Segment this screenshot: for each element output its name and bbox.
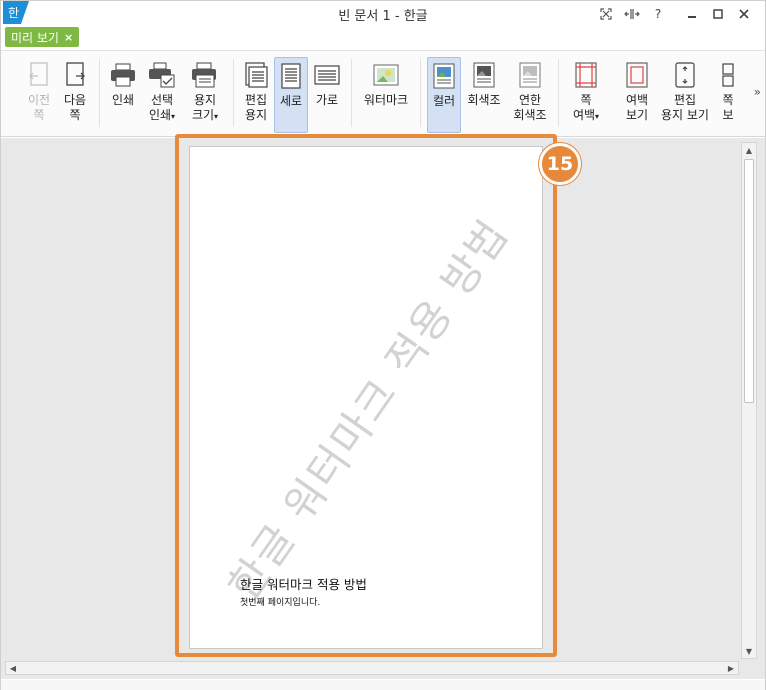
multi-page-button[interactable]: 쪽 보 xyxy=(717,57,739,133)
edit-paper-view-button[interactable]: 편집 용지 보기 xyxy=(657,57,713,133)
dropdown-caret-icon: ▾ xyxy=(595,112,600,121)
portrait-icon xyxy=(275,58,307,94)
portrait-button[interactable]: 세로 xyxy=(274,57,308,133)
preview-ribbon: 이전 쪽 다음 쪽 인쇄 선택 인쇄▾ 용지 크기▾ 편집 용지 세로 가로 워… xyxy=(1,50,765,137)
close-tab-icon[interactable]: × xyxy=(64,31,73,44)
scroll-left-icon[interactable]: ◀ xyxy=(6,662,20,674)
grayscale-button[interactable]: 회색조 xyxy=(463,57,505,133)
color-icon xyxy=(428,58,460,94)
scroll-right-icon[interactable]: ▶ xyxy=(724,662,738,674)
select-print-icon xyxy=(144,57,180,93)
paper-size-button[interactable]: 용지 크기▾ xyxy=(187,57,223,133)
highlight-box xyxy=(175,134,557,657)
vertical-scrollbar[interactable]: ▲ ▼ xyxy=(741,142,757,659)
status-bar xyxy=(1,680,765,690)
ribbon-divider xyxy=(99,59,100,127)
vertical-scroll-thumb[interactable] xyxy=(744,159,754,403)
next-page-icon xyxy=(59,57,91,93)
light-grayscale-button[interactable]: 연한 회색조 xyxy=(508,57,552,133)
print-button[interactable]: 인쇄 xyxy=(107,57,139,133)
color-button[interactable]: 컬러 xyxy=(427,57,461,133)
step-number-badge: 15 xyxy=(539,143,581,185)
window-controls: ? xyxy=(593,4,757,24)
grayscale-icon xyxy=(463,57,505,93)
tab-label: 미리 보기 xyxy=(11,30,59,45)
close-button[interactable] xyxy=(731,4,757,24)
ribbon-overflow-button[interactable]: » xyxy=(754,85,761,99)
ribbon-divider xyxy=(558,59,559,127)
minimize-button[interactable] xyxy=(679,4,705,24)
margin-view-button[interactable]: 여백 보기 xyxy=(619,57,655,133)
paper-size-icon xyxy=(187,57,223,93)
next-page-button[interactable]: 다음 쪽 xyxy=(59,57,91,133)
light-grayscale-icon xyxy=(508,57,552,93)
ribbon-divider xyxy=(233,59,234,127)
edit-paper-button[interactable]: 편집 용지 xyxy=(239,57,273,133)
fullscreen-icon[interactable] xyxy=(593,4,619,24)
landscape-icon xyxy=(310,57,344,93)
margin-view-icon xyxy=(619,57,655,93)
select-print-button[interactable]: 선택 인쇄▾ xyxy=(144,57,180,133)
page-margin-icon xyxy=(567,57,605,93)
prev-page-icon xyxy=(23,57,55,93)
page-margin-button[interactable]: 쪽 여백▾ xyxy=(567,57,605,133)
watermark-button[interactable]: 워터마크 xyxy=(359,57,413,133)
edit-paper-view-icon xyxy=(657,57,713,93)
dropdown-caret-icon: ▾ xyxy=(214,112,219,121)
ribbon-divider xyxy=(351,59,352,127)
multi-page-icon xyxy=(717,57,739,93)
scroll-down-icon[interactable]: ▼ xyxy=(742,644,756,658)
horizontal-scrollbar[interactable]: ◀ ▶ xyxy=(5,661,739,675)
maximize-button[interactable] xyxy=(705,4,731,24)
printer-icon xyxy=(107,57,139,93)
title-bar: 한 빈 문서 1 - 한글 ? xyxy=(1,1,765,27)
help-button[interactable]: ? xyxy=(645,4,671,24)
edit-paper-icon xyxy=(239,57,273,93)
tab-print-preview[interactable]: 미리 보기 × xyxy=(5,27,80,47)
scroll-up-icon[interactable]: ▲ xyxy=(742,143,756,157)
landscape-button[interactable]: 가로 xyxy=(310,57,344,133)
ribbon-divider xyxy=(420,59,421,127)
prev-page-button[interactable]: 이전 쪽 xyxy=(23,57,55,133)
split-view-icon[interactable] xyxy=(619,4,645,24)
preview-workspace: 한글 워터마크 적용 방법 한글 워터마크 적용 방법 첫번째 페이지입니다. … xyxy=(1,134,765,679)
app-window: 한 빈 문서 1 - 한글 ? 미리 보기 × 이전 쪽 다음 쪽 인쇄 선택 … xyxy=(0,0,766,690)
watermark-icon xyxy=(359,57,413,93)
dropdown-caret-icon: ▾ xyxy=(171,112,176,121)
